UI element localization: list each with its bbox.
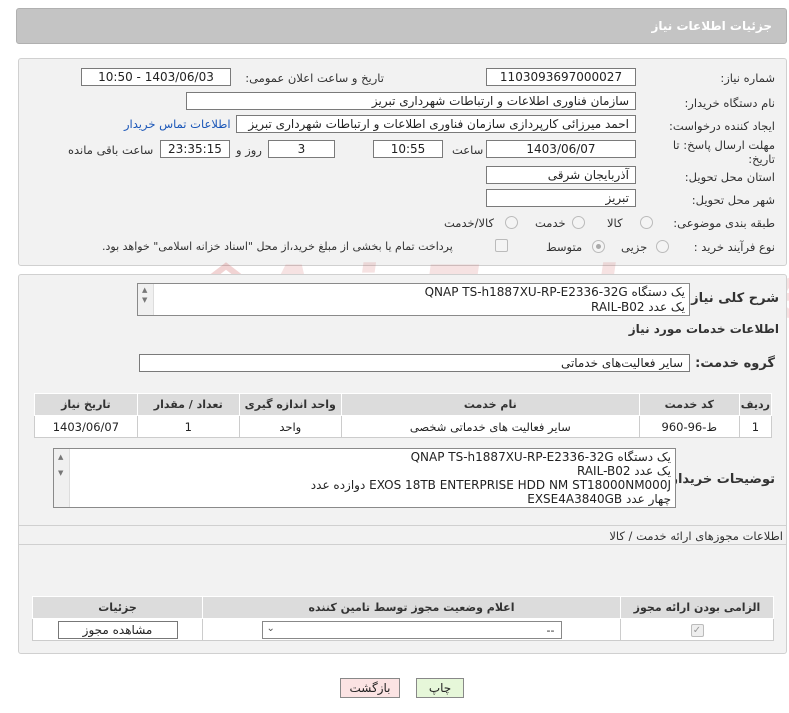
col-permit-status: اعلام وضعیت مجوز توسط تامین کننده: [202, 596, 621, 619]
buyer-notes-label: توضیحات خریدار:: [665, 472, 775, 487]
remaining-label: ساعت باقی مانده: [68, 143, 154, 157]
permit-status-select-value: --: [546, 623, 555, 637]
category-option-goods: کالا: [607, 216, 623, 230]
deadline-label: مهلت ارسال پاسخ: تا: [672, 138, 775, 152]
cell-need-date: 1403/06/07: [34, 415, 138, 438]
category-option-both: کالا/خدمت: [444, 216, 495, 230]
announce-field: 1403/06/03 - 10:50: [81, 68, 231, 86]
hour-label: ساعت: [452, 143, 484, 157]
permit-status-select[interactable]: ⌄ --: [261, 620, 562, 639]
permits-divider: [18, 525, 787, 526]
services-table-header: ردیف کد خدمت نام خدمت واحد اندازه گیری ت…: [34, 393, 773, 416]
permit-required-checkbox: ✓: [690, 624, 704, 637]
buyer-org-field: سازمان فناوری اطلاعات و ارتباطات شهرداری…: [186, 92, 636, 110]
need-number-field: 1103093697000027: [486, 68, 636, 86]
print-button[interactable]: چاپ: [416, 678, 464, 698]
category-radio-service[interactable]: [572, 216, 585, 229]
col-permit-required: الزامی بودن ارائه مجوز: [620, 596, 774, 619]
deadline-label-2: تاریخ:: [748, 152, 775, 166]
creator-label: ایجاد کننده درخواست:: [669, 119, 775, 133]
remaining-time-field: 23:35:15: [160, 140, 230, 158]
province-field: آذربایجان شرقی: [486, 166, 636, 184]
summary-textarea[interactable]: ▲ ▼ QNAP TS-h1887XU-RP-E2336-32G یک دستگا…: [137, 283, 690, 316]
creator-field: احمد میرزائی کارپردازی سازمان فناوری اطل…: [236, 115, 636, 133]
buyer-notes-textarea[interactable]: ▲ ▼ QNAP TS-h1887XU-RP-E2336-32G یک دستگا…: [53, 448, 676, 508]
summary-scrollbar[interactable]: ▲ ▼: [138, 284, 154, 315]
days-label: روز و: [236, 143, 262, 157]
service-group-label: گروه خدمت:: [695, 356, 775, 371]
chevron-down-icon: ⌄: [266, 622, 275, 634]
cell-permit-status: ⌄ --: [202, 618, 621, 641]
col-service-name: نام خدمت: [340, 393, 640, 416]
permits-divider-2: [18, 544, 787, 545]
buyer-notes-line-3: EXOS 18TB ENTERPRISE HDD NM ST18000NM000…: [310, 478, 671, 492]
cell-row-number: 1: [738, 415, 773, 438]
category-radio-goods[interactable]: [640, 216, 653, 229]
summary-label: شرح کلی نیاز:: [685, 291, 779, 306]
info-panel: [18, 58, 787, 266]
table-row: ✓ ⌄ -- مشاهده مجوز: [32, 618, 774, 641]
permits-section-title: اطلاعات مجوزهای ارائه خدمت / کالا: [609, 529, 783, 543]
service-group-field: سایر فعالیت‌های خدماتی: [139, 354, 690, 372]
services-table: ردیف کد خدمت نام خدمت واحد اندازه گیری ت…: [34, 393, 773, 438]
table-row: 1 ط-96-960 سایر فعالیت های خدماتی شخصی و…: [34, 415, 773, 438]
view-permit-button[interactable]: مشاهده مجوز: [57, 620, 178, 639]
city-label: شهر محل تحویل:: [691, 193, 775, 207]
summary-line-1: QNAP TS-h1887XU-RP-E2336-32G یک دستگاه: [424, 285, 685, 299]
announce-label: تاریخ و ساعت اعلان عمومی:: [245, 71, 384, 85]
cell-service-code: ط-96-960: [638, 415, 740, 438]
permits-table: الزامی بودن ارائه مجوز اعلام وضعیت مجوز …: [32, 596, 774, 641]
category-label: طبقه بندی موضوعی:: [673, 216, 775, 230]
summary-line-2: RAIL-B02 یک عدد: [591, 300, 685, 314]
buyer-notes-scrollbar[interactable]: ▲ ▼: [54, 449, 70, 507]
col-quantity: تعداد / مقدار: [136, 393, 240, 416]
col-unit: واحد اندازه گیری: [238, 393, 342, 416]
cell-permit-required: ✓: [620, 618, 774, 641]
days-field: 3: [268, 140, 335, 158]
category-radio-both[interactable]: [505, 216, 518, 229]
province-label: استان محل تحویل:: [684, 170, 775, 184]
deadline-time-field: 10:55: [373, 140, 443, 158]
page-title: جزئیات اطلاعات نیاز: [651, 19, 772, 33]
col-need-date: تاریخ نیاز: [34, 393, 138, 416]
back-button[interactable]: بازگشت: [340, 678, 400, 698]
cell-service-name: سایر فعالیت های خدماتی شخصی: [340, 415, 640, 438]
page-header: جزئیات اطلاعات نیاز: [16, 8, 787, 44]
permits-table-header: الزامی بودن ارائه مجوز اعلام وضعیت مجوز …: [32, 596, 774, 619]
buyer-notes-line-4: EXSE4A3840GB چهار عدد: [527, 492, 671, 506]
services-section-title: اطلاعات خدمات مورد نیاز: [628, 322, 779, 336]
need-number-label: شماره نیاز:: [720, 71, 775, 85]
col-permit-details: جزئیات: [32, 596, 203, 619]
buyer-notes-line-2: RAIL-B02 یک عدد: [577, 464, 671, 478]
cell-permit-details: مشاهده مجوز: [32, 618, 203, 641]
buyer-contact-link[interactable]: اطلاعات تماس خریدار: [124, 117, 231, 131]
cell-unit: واحد: [238, 415, 342, 438]
col-row-number: ردیف: [738, 393, 773, 416]
category-option-service: خدمت: [535, 216, 566, 230]
city-field: تبریز: [486, 189, 636, 207]
deadline-date-field: 1403/06/07: [486, 140, 636, 158]
cell-quantity: 1: [136, 415, 240, 438]
buyer-org-label: نام دستگاه خریدار:: [684, 96, 775, 110]
buyer-notes-line-1: QNAP TS-h1887XU-RP-E2336-32G یک دستگاه: [410, 450, 671, 464]
col-service-code: کد خدمت: [638, 393, 740, 416]
